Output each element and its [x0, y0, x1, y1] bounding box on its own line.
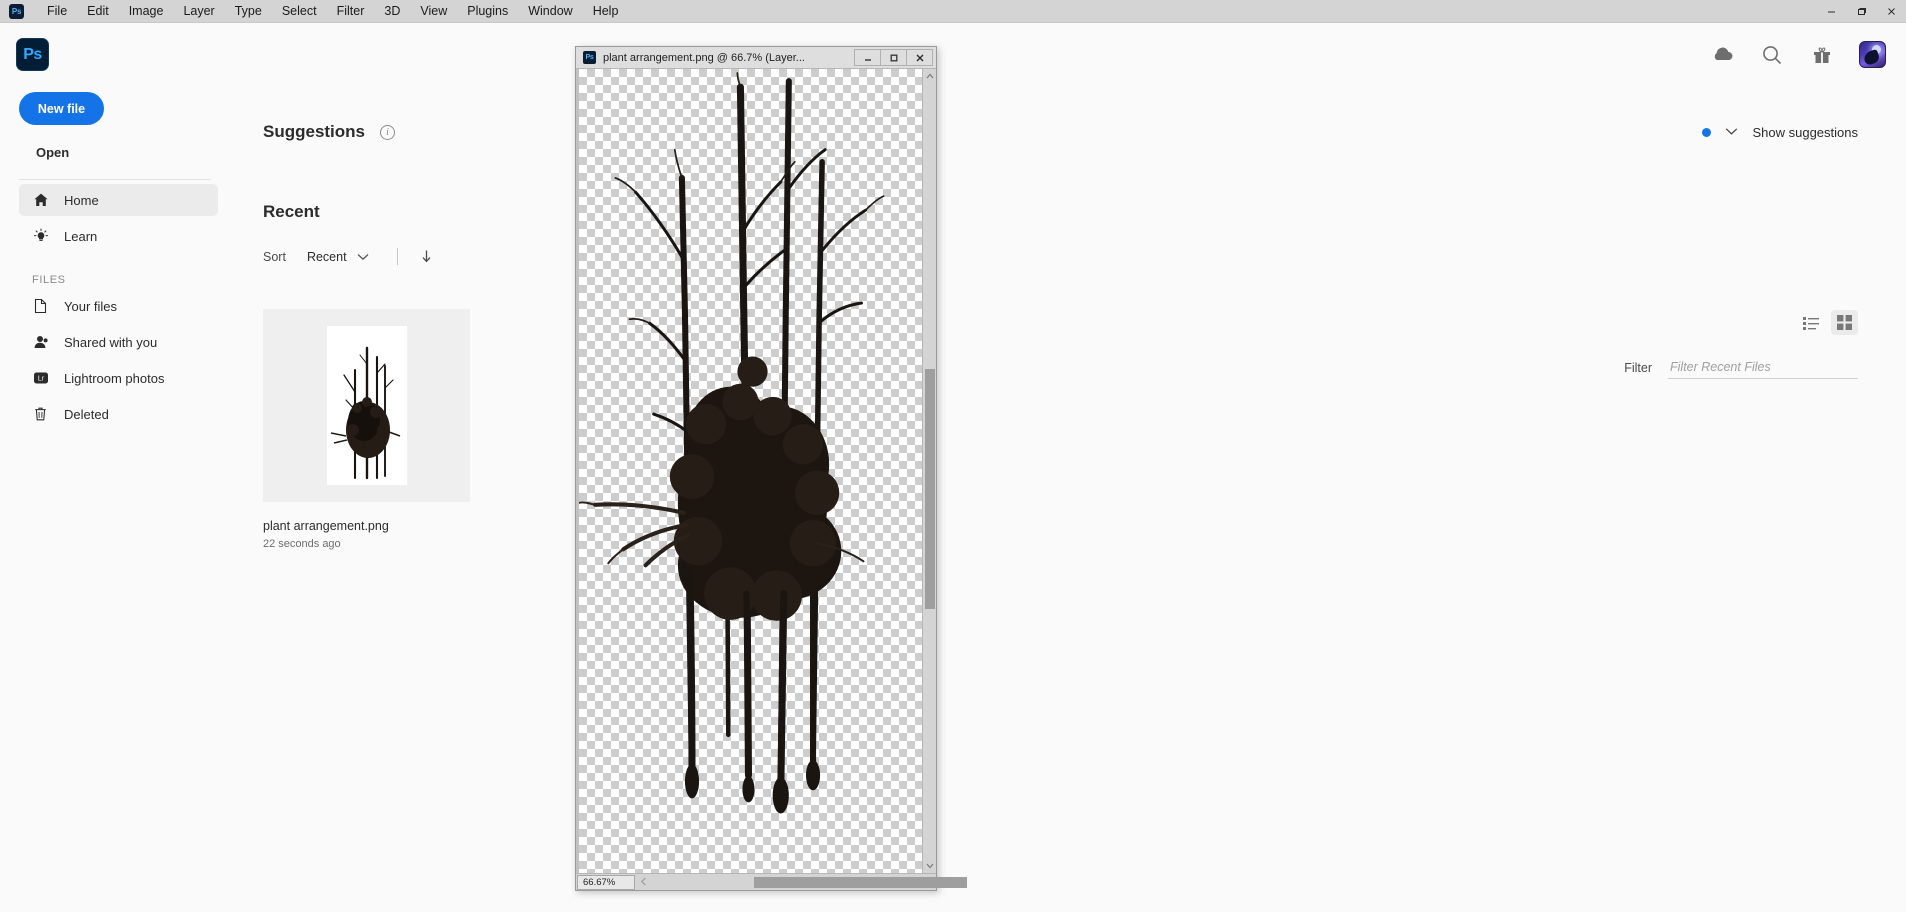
recent-title: Recent [263, 202, 320, 221]
chevron-down-icon [357, 253, 369, 261]
document-minimize-button[interactable] [854, 49, 881, 66]
menu-file[interactable]: File [37, 1, 77, 21]
document-title: plant arrangement.png @ 66.7% (Layer... [603, 51, 805, 64]
sort-label: Sort [263, 249, 286, 264]
canvas-artwork [579, 72, 885, 814]
sidebar-item-home-label: Home [64, 192, 99, 208]
sidebar-item-lightroom-photos-label: Lightroom photos [64, 370, 165, 386]
suggestions-status-dot [1702, 127, 1712, 137]
suggestions-title: Suggestions [263, 122, 366, 141]
sidebar-item-deleted[interactable]: Deleted [19, 398, 218, 430]
sidebar-divider [19, 179, 211, 180]
control-separator [397, 248, 399, 265]
zoom-level-field[interactable]: 66.67% [577, 874, 635, 890]
sidebar-item-home[interactable]: Home [19, 184, 218, 216]
app-window-controls [1816, 0, 1906, 22]
grid-view-icon[interactable] [1831, 310, 1858, 335]
avatar[interactable] [1859, 41, 1886, 68]
recent-file-card[interactable]: plant arrangement.png 22 seconds ago [263, 309, 470, 550]
sidebar-item-learn[interactable]: Learn [19, 220, 218, 252]
search-icon[interactable] [1759, 42, 1785, 68]
filter-label: Filter [1624, 360, 1652, 375]
open-button[interactable]: Open [36, 145, 230, 160]
horizontal-scrollbar-thumb[interactable] [754, 876, 967, 888]
photoshop-app-icon: Ps [16, 38, 49, 71]
document-icon [32, 298, 49, 314]
document-status-bar: 66.67% [576, 873, 967, 890]
application-menu-bar: Ps File Edit Image Layer Type Select Fil… [0, 0, 1906, 23]
photoshop-logo-icon: Ps [9, 3, 24, 19]
lightbulb-icon [32, 228, 49, 244]
recent-file-thumbnail [263, 309, 470, 502]
document-close-button[interactable] [906, 49, 933, 66]
menu-edit[interactable]: Edit [77, 1, 119, 21]
canvas-horizontal-scrollbar[interactable] [636, 874, 967, 890]
vertical-scrollbar-thumb[interactable] [925, 369, 935, 609]
new-file-button[interactable]: New file [19, 92, 104, 125]
menu-select[interactable]: Select [272, 1, 327, 21]
document-body [576, 69, 936, 873]
document-canvas[interactable] [576, 69, 922, 873]
list-view-icon[interactable] [1798, 310, 1825, 335]
top-bar-icons [1709, 41, 1886, 68]
home-icon [32, 192, 49, 208]
menu-image[interactable]: Image [119, 1, 174, 21]
show-suggestions-toggle[interactable]: Show suggestions [1702, 123, 1858, 141]
filter-row: Filter [1624, 356, 1858, 379]
menu-help[interactable]: Help [583, 1, 629, 21]
menu-filter[interactable]: Filter [327, 1, 375, 21]
app-close-button[interactable] [1876, 0, 1906, 22]
document-maximize-button[interactable] [880, 49, 907, 66]
menu-window[interactable]: Window [518, 1, 582, 21]
person-icon [32, 334, 49, 350]
caret-up-icon[interactable] [923, 69, 937, 83]
filter-input[interactable] [1668, 356, 1858, 379]
suggestions-header-row: Suggestions i Show suggestions [263, 122, 1906, 142]
recent-controls-row: Sort Recent [263, 248, 1906, 265]
sidebar-item-your-files[interactable]: Your files [19, 290, 218, 322]
sidebar-item-learn-label: Learn [64, 228, 98, 244]
app-restore-button[interactable] [1846, 0, 1876, 22]
canvas-vertical-scrollbar[interactable] [922, 69, 936, 873]
recent-files-grid: plant arrangement.png 22 seconds ago [263, 309, 1906, 550]
recent-file-time: 22 seconds ago [263, 538, 341, 550]
sidebar-item-lightroom-photos[interactable]: Lr Lightroom photos [19, 362, 218, 394]
info-icon[interactable]: i [380, 124, 396, 140]
sort-dropdown[interactable]: Recent [307, 250, 369, 264]
menu-layer[interactable]: Layer [173, 1, 224, 21]
caret-left-icon[interactable] [636, 877, 650, 888]
sidebar-files-header: FILES [32, 274, 66, 286]
sidebar: New file Open Home Learn FILES Your file… [0, 86, 230, 912]
document-window[interactable]: Ps plant arrangement.png @ 66.7% (Layer.… [575, 46, 967, 891]
document-window-controls [854, 49, 933, 66]
app-minimize-button[interactable] [1816, 0, 1846, 22]
show-suggestions-label: Show suggestions [1752, 124, 1858, 140]
trash-icon [32, 406, 49, 422]
sidebar-item-shared-with-you[interactable]: Shared with you [19, 326, 218, 358]
menu-view[interactable]: View [410, 1, 457, 21]
menu-type[interactable]: Type [225, 1, 272, 21]
svg-text:Lr: Lr [37, 376, 44, 383]
document-title-bar[interactable]: Ps plant arrangement.png @ 66.7% (Layer.… [576, 47, 936, 69]
gift-icon[interactable] [1809, 42, 1835, 68]
sort-dropdown-value: Recent [306, 249, 347, 264]
menu-3d[interactable]: 3D [374, 1, 410, 21]
recent-file-name: plant arrangement.png [263, 519, 389, 533]
chevron-down-icon [1725, 123, 1738, 141]
sidebar-item-your-files-label: Your files [64, 298, 117, 314]
home-top-bar: Ps [0, 23, 1906, 86]
menu-plugins[interactable]: Plugins [457, 1, 518, 21]
photoshop-document-icon: Ps [583, 51, 596, 64]
caret-down-icon[interactable] [923, 859, 937, 873]
sidebar-item-shared-with-you-label: Shared with you [64, 334, 158, 350]
cloud-icon[interactable] [1709, 42, 1735, 68]
thumbnail-image [326, 326, 407, 485]
main-content: Suggestions i Show suggestions Recent So… [230, 86, 1906, 912]
lightroom-icon: Lr [32, 370, 49, 386]
sidebar-item-deleted-label: Deleted [64, 406, 109, 422]
sort-direction-button[interactable] [420, 249, 433, 264]
view-toggle-group [1798, 310, 1858, 335]
